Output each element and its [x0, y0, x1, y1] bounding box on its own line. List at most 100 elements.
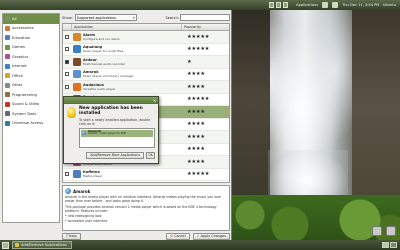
install-checkbox[interactable]: [65, 47, 69, 52]
category-item[interactable]: System Tools: [3, 109, 59, 119]
category-icon: [5, 111, 10, 117]
ok-button[interactable]: OK: [146, 151, 155, 159]
category-label: System Tools: [12, 111, 37, 116]
taskbar-window-button[interactable]: Add/Remove Applications: [12, 241, 72, 249]
popularity-stars: ★★★★: [187, 133, 205, 140]
close-icon[interactable]: ✕: [152, 98, 157, 103]
cancel-icon: ⊘: [170, 234, 174, 238]
description-text: Amarok is the media player with an intui…: [65, 195, 221, 204]
application-icon: [73, 45, 81, 54]
category-icon: [5, 92, 10, 98]
category-label: All: [12, 16, 17, 21]
system-tray: Applications Thu Dec 11, 3:44 PM · Ubunt…: [269, 0, 400, 10]
table-row[interactable]: Audacious Versatile audio player ★★★★: [63, 81, 229, 94]
dialog-heading: New application has been installed: [79, 106, 143, 116]
category-icon: [5, 120, 10, 126]
category-icon: [5, 25, 10, 31]
help-button[interactable]: ? Help: [62, 232, 81, 240]
workspace-1[interactable]: [382, 242, 389, 248]
cancel-button[interactable]: ⊘ Cancel: [166, 232, 190, 240]
category-label: Games: [12, 45, 25, 50]
category-label: Sound & Video: [12, 102, 40, 107]
category-item[interactable]: Other: [3, 81, 59, 91]
popularity-stars: ★★★★★: [187, 33, 210, 40]
category-label: Programming: [12, 92, 37, 97]
show-filter-combo[interactable]: Supported applications ▾: [74, 14, 137, 21]
trash-icon[interactable]: [372, 226, 382, 236]
clock[interactable]: Thu Dec 11, 3:44 PM · Ubuntu: [342, 3, 396, 7]
installed-app-list: Amarok Amarok - Audio player for KDE: [79, 127, 155, 148]
category-label: Graphics: [12, 54, 29, 59]
volume-icon[interactable]: [332, 2, 339, 8]
launcher-applets: [269, 2, 289, 8]
show-label: Show:: [62, 15, 73, 20]
table-row[interactable]: Kaffeine Media player ★★★★★: [63, 169, 229, 181]
dialog-button-row: Add/Remove More Applications OK: [67, 151, 155, 159]
home-folder-icon[interactable]: [386, 226, 396, 236]
amarok-icon: [82, 131, 86, 135]
category-item[interactable]: All: [3, 14, 59, 24]
search-input[interactable]: [180, 14, 230, 21]
toolbar: Show: Supported applications ▾ Search:: [62, 13, 230, 22]
description-bullet: * new redesigning look: [65, 214, 102, 219]
application-description: Multichannel audio recorder: [83, 61, 126, 66]
header-application[interactable]: Application: [71, 24, 181, 30]
applications-menu[interactable]: Applications: [296, 3, 318, 7]
install-checkbox[interactable]: [65, 34, 69, 39]
category-item[interactable]: Games: [3, 43, 59, 53]
network-icon[interactable]: [322, 2, 329, 8]
header-install-col[interactable]: [63, 24, 71, 30]
apply-changes-button[interactable]: ✓ Apply Changes: [192, 232, 230, 240]
popularity-stars: ★★★★: [187, 71, 205, 78]
application-description: Music player for audio files: [83, 49, 124, 54]
table-row[interactable]: Amarok Music player and library manager ★★…: [63, 69, 229, 81]
installed-app-item[interactable]: Amarok Amarok - Audio player for KDE: [81, 129, 153, 137]
launcher-icon[interactable]: [276, 2, 282, 8]
category-item[interactable]: Programming: [3, 90, 59, 100]
taskbar-window-label: Add/Remove Applications: [21, 243, 67, 247]
description-bullet: * accessible user interface: [65, 219, 108, 224]
dialog-titlebar[interactable]: ✕: [64, 97, 158, 104]
installed-dialog: ✕ New application has been installed To …: [63, 96, 159, 164]
workspace-2[interactable]: [390, 242, 397, 248]
category-label: Other: [12, 83, 23, 88]
desktop-icons: [372, 226, 396, 236]
launcher-icon[interactable]: [269, 2, 275, 8]
category-icon: [5, 73, 10, 79]
window-button-row: ? Help ⊘ Cancel ✓ Apply Changes: [62, 232, 230, 240]
dialog-subtext: To start a newly installed application, …: [79, 117, 151, 126]
help-icon: ?: [66, 234, 68, 238]
lightbulb-icon: [67, 107, 76, 118]
category-item[interactable]: Internet: [3, 62, 59, 72]
category-icon: [5, 16, 10, 22]
add-remove-more-button[interactable]: Add/Remove More Applications: [86, 151, 144, 159]
table-row[interactable]: Alarm Configure and run alarm ★★★★★: [63, 31, 229, 44]
header-popularity[interactable]: Popularity: [181, 24, 229, 30]
table-row[interactable]: Aqualung Music player for audio files ★★★★…: [63, 44, 229, 56]
category-item[interactable]: Office: [3, 71, 59, 81]
category-item[interactable]: Accessories: [3, 24, 59, 34]
workspace-switcher: [382, 242, 397, 248]
table-header: Application Popularity: [63, 24, 229, 31]
search-label: Search:: [165, 15, 179, 20]
category-label: Universal Access: [12, 121, 44, 126]
category-list: All Accessories Education Games Graphics Inte…: [2, 13, 60, 223]
launcher-icon[interactable]: [283, 2, 289, 8]
category-item[interactable]: Universal Access: [3, 119, 59, 129]
application-description: Music player and library manager: [83, 74, 134, 79]
popularity-stars: ★★★★: [187, 83, 205, 90]
category-item[interactable]: Sound & Video: [3, 100, 59, 110]
bottom-panel: Add/Remove Applications: [0, 240, 400, 250]
popularity-stars: ★: [187, 58, 192, 65]
install-checkbox[interactable]: [65, 72, 69, 77]
show-desktop-icon[interactable]: [2, 241, 9, 249]
chevron-down-icon: ▾: [133, 15, 135, 20]
category-icon: [5, 63, 10, 69]
install-checkbox[interactable]: [65, 84, 69, 89]
install-checkbox[interactable]: [65, 59, 69, 64]
category-item[interactable]: Graphics: [3, 52, 59, 62]
table-row[interactable]: Ardour Multichannel audio recorder ★: [63, 56, 229, 69]
install-checkbox[interactable]: [65, 172, 69, 177]
category-item[interactable]: Education: [3, 33, 59, 43]
description-text: This package provides Amarok version 2 m…: [65, 204, 217, 213]
